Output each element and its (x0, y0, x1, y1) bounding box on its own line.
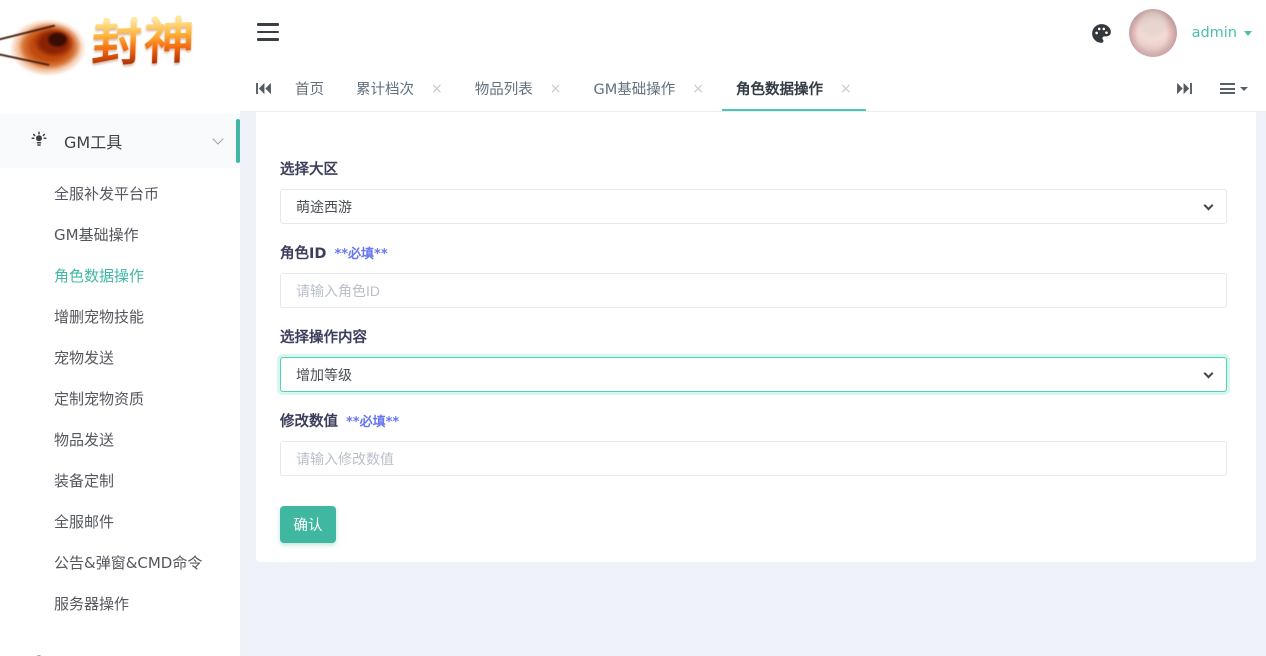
tab-cumulative-tier[interactable]: 累计档次 × (342, 66, 457, 111)
chevron-down-icon (212, 133, 223, 144)
sidebar-menu: 全服补发平台币 GM基础操作 角色数据操作 增删宠物技能 宠物发送 定制宠物资质… (0, 168, 240, 625)
form-group-region: 选择大区 萌途西游 (280, 158, 1232, 224)
close-tab-icon[interactable]: × (550, 82, 562, 96)
close-tab-icon[interactable]: × (692, 82, 704, 96)
region-label: 选择大区 (280, 158, 338, 179)
confirm-button[interactable]: 确认 (280, 506, 336, 543)
lamp-icon (30, 130, 48, 152)
close-tab-icon[interactable]: × (431, 82, 443, 96)
sidebar-item-pet-skills[interactable]: 增删宠物技能 (0, 297, 240, 338)
region-select-value: 萌途西游 (296, 197, 352, 217)
sidebar-section-server-management[interactable]: 服务器管理 (0, 638, 240, 656)
tab-item-list[interactable]: 物品列表 × (461, 66, 576, 111)
logo-beast-icon (0, 6, 94, 86)
form-group-role-id: 角色ID **必填** (280, 242, 1232, 308)
sidebar-item-gm-basic-ops[interactable]: GM基础操作 (0, 215, 240, 256)
chevron-down-icon (1204, 369, 1214, 379)
role-id-label: 角色ID (280, 242, 326, 263)
sidebar-item-announce-cmd[interactable]: 公告&弹窗&CMD命令 (0, 543, 240, 584)
username-label: admin (1192, 25, 1237, 41)
chevron-down-icon (1204, 201, 1214, 211)
sidebar-item-server-mail[interactable]: 全服邮件 (0, 502, 240, 543)
sidebar-item-equip-custom[interactable]: 装备定制 (0, 461, 240, 502)
sidebar-item-server-ops[interactable]: 服务器操作 (0, 584, 240, 625)
sidebar-item-role-data-ops[interactable]: 角色数据操作 (0, 256, 240, 297)
theme-palette-icon[interactable] (1089, 21, 1114, 46)
form-group-modify-value: 修改数值 **必填** (280, 410, 1232, 476)
sidebar-section-gm-tools[interactable]: GM工具 (0, 114, 240, 168)
logo-title: 封神 (91, 13, 240, 68)
app-logo: 封神 (0, 0, 240, 100)
close-tab-icon[interactable]: × (840, 82, 852, 96)
tabs-scroll-left-button[interactable] (240, 82, 277, 95)
modify-value-input[interactable] (280, 441, 1227, 476)
required-hint: **必填** (334, 243, 387, 262)
required-hint: **必填** (346, 411, 399, 430)
user-menu[interactable]: admin (1192, 25, 1252, 41)
operation-select-value: 增加等级 (296, 365, 352, 385)
user-avatar[interactable] (1129, 9, 1177, 57)
form-group-operation: 选择操作内容 增加等级 (280, 326, 1232, 392)
chevron-down-icon (1244, 31, 1252, 36)
form-card: 选择大区 萌途西游 角色ID **必填** 选择操作内容 增加等级 (256, 112, 1256, 562)
list-icon (1220, 80, 1235, 96)
tab-home[interactable]: 首页 (281, 66, 338, 111)
sidebar: 封神 GM工具 全服补发平台币 GM基础操作 角色数据操作 增删宠物技能 宠物发… (0, 0, 240, 656)
sidebar-item-item-send[interactable]: 物品发送 (0, 420, 240, 461)
tab-role-data-ops[interactable]: 角色数据操作 × (722, 66, 866, 111)
sidebar-toggle-button[interactable] (257, 23, 281, 43)
tabs-scroll-right-button[interactable] (1161, 82, 1198, 95)
tab-list-menu-button[interactable] (1220, 80, 1248, 96)
modify-value-label: 修改数值 (280, 410, 338, 431)
operation-label: 选择操作内容 (280, 326, 367, 347)
tabbar: 首页 累计档次 × 物品列表 × GM基础操作 × 角色数据操作 × (240, 66, 1266, 112)
operation-select[interactable]: 增加等级 (280, 357, 1227, 392)
sidebar-item-platform-coin[interactable]: 全服补发平台币 (0, 174, 240, 215)
active-section-indicator (236, 119, 240, 163)
sidebar-item-pet-send[interactable]: 宠物发送 (0, 338, 240, 379)
region-select[interactable]: 萌途西游 (280, 189, 1227, 224)
sidebar-item-pet-aptitude[interactable]: 定制宠物资质 (0, 379, 240, 420)
sidebar-section-label: GM工具 (64, 129, 198, 153)
role-id-input[interactable] (280, 273, 1227, 308)
topbar: admin (240, 0, 1266, 66)
main-content: 选择大区 萌途西游 角色ID **必填** 选择操作内容 增加等级 (240, 112, 1266, 656)
chevron-down-icon (1240, 87, 1248, 91)
tab-gm-basic-ops[interactable]: GM基础操作 × (579, 66, 717, 111)
